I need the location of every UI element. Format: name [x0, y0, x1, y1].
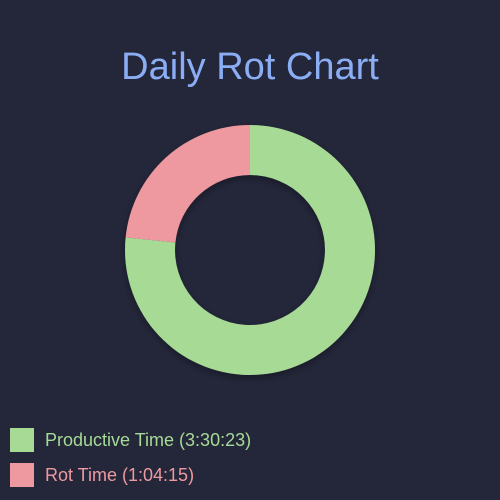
- donut-chart-svg: [125, 125, 375, 375]
- legend-swatch-productive: [10, 428, 34, 452]
- slice-rot[interactable]: [125, 125, 250, 243]
- legend-swatch-rot: [10, 463, 34, 487]
- donut-chart: [0, 100, 500, 400]
- legend-label-productive: Productive Time (3:30:23): [45, 430, 252, 450]
- legend-label-rot: Rot Time (1:04:15): [45, 465, 195, 485]
- legend-item-rot: Rot Time (1:04:15): [10, 462, 251, 488]
- chart-title: Daily Rot Chart: [121, 46, 379, 88]
- chart-legend: Productive Time (3:30:23) Rot Time (1:04…: [10, 427, 251, 497]
- legend-item-productive: Productive Time (3:30:23): [10, 427, 251, 453]
